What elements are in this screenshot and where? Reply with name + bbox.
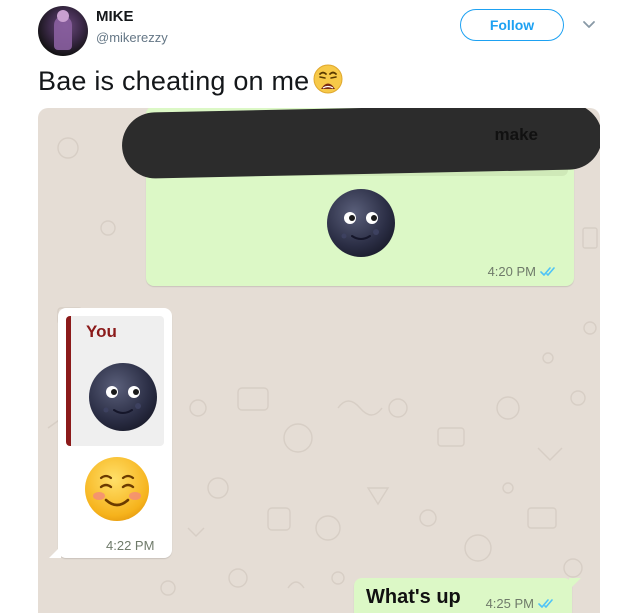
tweet-text-content: Bae is cheating on me <box>38 66 310 96</box>
author-handle[interactable]: @mikerezzy <box>96 30 168 45</box>
chat-screenshot[interactable]: make 4:20 PM You 4:22 PM What's up 4:25 … <box>38 108 600 613</box>
avatar-head <box>57 10 69 22</box>
new-moon-face-emoji-icon <box>89 363 157 431</box>
message-time-text: 4:20 PM <box>487 264 536 279</box>
follow-button[interactable]: Follow <box>460 9 564 41</box>
chevron-down-icon[interactable] <box>582 20 596 30</box>
bubble-tail <box>569 578 581 590</box>
message-time: 4:20 PM <box>488 264 558 279</box>
outgoing-message-bubble[interactable]: What's up 4:25 PM <box>354 578 581 613</box>
message-time-text: 4:25 PM <box>485 596 534 611</box>
tweet-text: Bae is cheating on me <box>38 64 343 101</box>
message-text: What's up <box>366 586 461 608</box>
author-name[interactable]: MIKE <box>96 8 134 25</box>
author-avatar[interactable] <box>38 6 88 56</box>
quoted-message[interactable]: make <box>121 108 600 180</box>
quoted-text-fragment: make <box>494 125 538 144</box>
outgoing-message-bubble[interactable]: make 4:20 PM <box>121 108 600 286</box>
message-time: 4:25 PM <box>486 596 556 611</box>
double-check-read-icon <box>538 599 553 608</box>
quoted-author-label: You <box>86 322 117 341</box>
message-time: 4:22 PM <box>106 538 155 553</box>
weary-face-emoji-icon <box>313 64 343 101</box>
smiling-face-emoji-icon <box>85 457 149 521</box>
double-check-read-icon <box>540 267 555 276</box>
new-moon-face-emoji-icon <box>327 189 395 257</box>
